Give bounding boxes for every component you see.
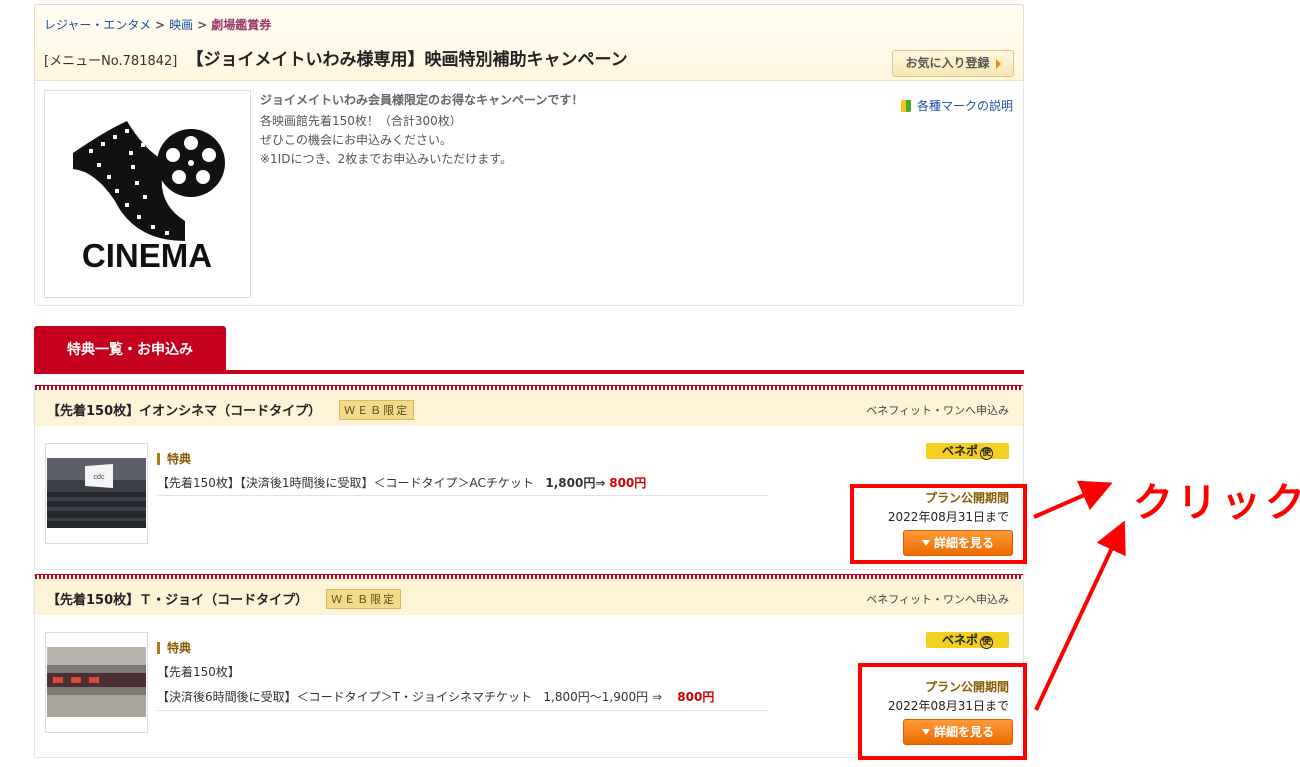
arrow-icon bbox=[1033, 480, 1126, 711]
